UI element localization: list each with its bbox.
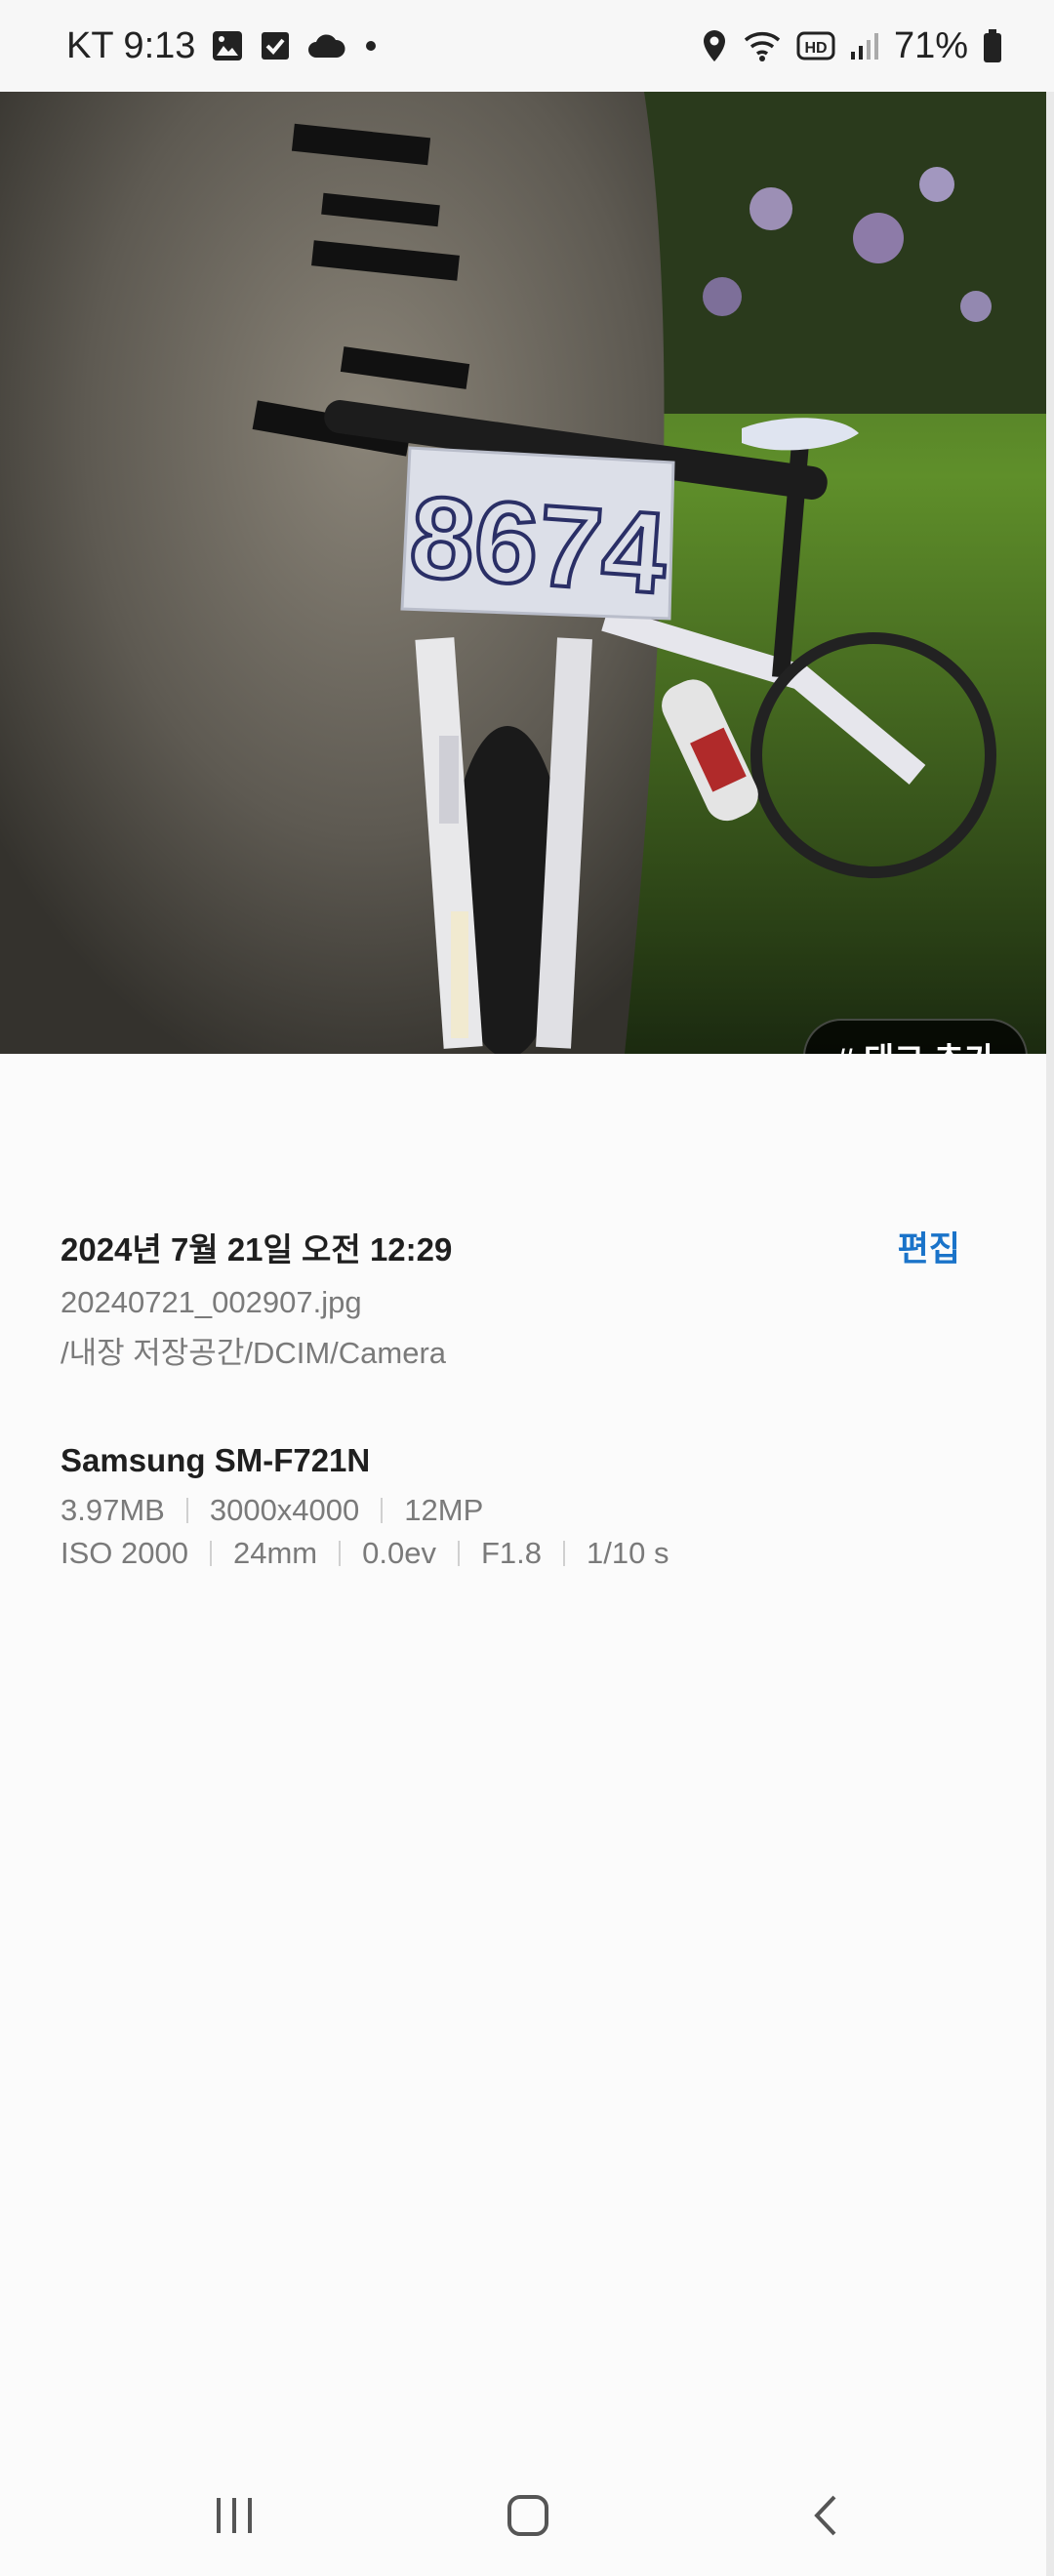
exposure-value: 0.0ev (362, 1536, 436, 1570)
details-panel: 2024년 7월 21일 오전 12:29 편집 20240721_002907… (61, 1222, 988, 1571)
back-icon (811, 2493, 840, 2543)
spec-divider (457, 1541, 460, 1566)
sign-number: 8674 (406, 472, 670, 619)
spec-divider (381, 1498, 384, 1523)
spec-divider (339, 1541, 342, 1566)
home-button[interactable] (499, 2488, 557, 2547)
battery-percent: 71% (893, 24, 968, 66)
recents-icon (213, 2496, 256, 2540)
photo-image: 8674 (0, 92, 1046, 1054)
status-bar: KT 9:13 HD 71% (0, 0, 1054, 92)
back-button[interactable] (796, 2488, 855, 2547)
hd-icon: HD (796, 31, 835, 60)
svg-text:HD: HD (804, 40, 827, 57)
camera-specs: ISO 2000 24mm 0.0ev F1.8 1/10 s (61, 1536, 988, 1571)
signal-icon (849, 30, 880, 61)
shutter-speed: 1/10 s (587, 1536, 669, 1570)
date-row: 2024년 7월 21일 오전 12:29 편집 (61, 1222, 988, 1271)
file-path: /내장 저장공간/DCIM/Camera (61, 1336, 447, 1370)
megapixels: 12MP (404, 1493, 484, 1527)
device-name: Samsung SM-F721N (61, 1442, 371, 1478)
resolution: 3000x4000 (209, 1493, 360, 1527)
aperture: F1.8 (480, 1536, 542, 1570)
file-name: 20240721_002907.jpg (61, 1285, 362, 1319)
scroll-edge (1046, 92, 1054, 2576)
file-specs: 3.97MB 3000x4000 12MP (61, 1493, 988, 1528)
photo-viewer[interactable]: 8674 # 태그 추가 (0, 92, 1046, 1054)
wifi-icon (742, 28, 783, 63)
edit-button[interactable]: 편집 (898, 1222, 960, 1271)
navigation-bar (0, 2459, 1046, 2576)
photo-datetime: 2024년 7월 21일 오전 12:29 (61, 1230, 453, 1268)
recents-button[interactable] (205, 2488, 264, 2547)
home-icon (506, 2493, 550, 2543)
cloud-icon (306, 32, 345, 60)
dot-icon (361, 36, 381, 56)
checkbox-icon (260, 30, 291, 61)
iso-value: ISO 2000 (61, 1536, 188, 1570)
spec-divider (563, 1541, 565, 1566)
file-size: 3.97MB (61, 1493, 165, 1527)
add-tag-button[interactable]: # 태그 추가 (803, 1019, 1028, 1054)
location-icon (701, 28, 728, 63)
gallery-icon (211, 29, 244, 62)
battery-icon (982, 28, 1003, 63)
focal-length: 24mm (232, 1536, 318, 1570)
tag-button-label: # 태그 추가 (836, 1033, 995, 1055)
spec-divider (209, 1541, 212, 1566)
spec-divider (185, 1498, 188, 1523)
carrier-time: KT 9:13 (66, 24, 196, 66)
